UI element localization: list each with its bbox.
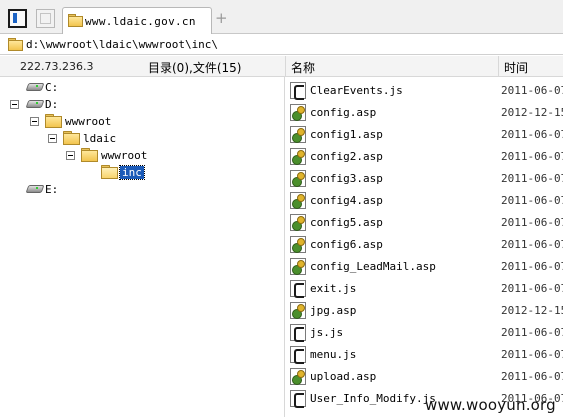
asp-file-icon — [290, 148, 306, 165]
file-row[interactable]: config4.asp 2011-06-07 — [286, 189, 563, 211]
asp-file-icon — [290, 236, 306, 253]
file-name: config.asp — [310, 106, 377, 119]
tree-label-selected: inc — [119, 165, 145, 180]
file-name: config4.asp — [310, 194, 383, 207]
file-list: ClearEvents.js 2011-06-07 config.asp 2012-1… — [286, 77, 563, 417]
asp-file-icon — [290, 368, 306, 385]
file-row[interactable]: config.asp 2012-12-15 — [286, 101, 563, 123]
drive-icon — [26, 97, 42, 109]
tree-label: wwwroot — [101, 149, 148, 162]
folder-icon — [45, 114, 62, 128]
file-row[interactable]: exit.js 2011-06-07 — [286, 277, 563, 299]
file-date: 2011-06-07 — [501, 260, 563, 273]
file-date: 2011-06-07 — [501, 150, 563, 163]
file-name: jpg.asp — [310, 304, 357, 317]
file-name: menu.js — [310, 348, 357, 361]
path-bar[interactable]: d:\wwwroot\ldaic\wwwroot\inc\ — [0, 35, 563, 55]
file-date: 2011-06-07 — [501, 348, 563, 361]
item-count: 目录(0),文件(15) — [148, 61, 242, 75]
file-date: 2011-06-07 — [501, 194, 563, 207]
file-name: js.js — [310, 326, 344, 339]
tree-label: wwwroot — [65, 115, 112, 128]
file-date: 2011-06-07 — [501, 128, 563, 141]
file-row[interactable]: jpg.asp 2012-12-15 — [286, 299, 563, 321]
file-date: 2011-06-07 — [501, 282, 563, 295]
tab-site[interactable]: www.ldaic.gov.cn — [62, 7, 212, 34]
folder-icon — [8, 38, 23, 51]
asp-file-icon — [290, 126, 306, 143]
drive-icon — [26, 182, 42, 194]
file-row[interactable]: config_LeadMail.asp 2011-06-07 — [286, 255, 563, 277]
path-input[interactable]: d:\wwwroot\ldaic\wwwroot\inc\ — [26, 38, 218, 51]
collapse-icon[interactable] — [48, 134, 57, 143]
tree-label: D: — [45, 98, 59, 111]
directory-tree: C: D: wwwroot ldaic wwwroot inc E: — [0, 77, 285, 417]
list-header: 222.73.236.3 目录(0),文件(15) 名称 时间 — [0, 56, 563, 77]
asp-file-icon — [290, 170, 306, 187]
collapse-icon[interactable] — [10, 100, 19, 109]
file-name: config5.asp — [310, 216, 383, 229]
file-row[interactable]: config1.asp 2011-06-07 — [286, 123, 563, 145]
add-tab-button[interactable]: + — [215, 9, 228, 27]
file-row[interactable]: js.js 2011-06-07 — [286, 321, 563, 343]
file-row[interactable]: menu.js 2011-06-07 — [286, 343, 563, 365]
asp-file-icon — [290, 302, 306, 319]
asp-file-icon — [290, 258, 306, 275]
column-header-time[interactable]: 时间 — [504, 59, 528, 76]
script-file-icon — [290, 280, 306, 298]
file-row[interactable]: upload.asp 2011-06-07 — [286, 365, 563, 387]
tab-bar: www.ldaic.gov.cn + — [0, 0, 563, 34]
tree-label: E: — [45, 183, 59, 196]
file-name: config3.asp — [310, 172, 383, 185]
file-date: 2011-06-07 — [501, 326, 563, 339]
file-date: 2011-06-07 — [501, 84, 563, 97]
asp-file-icon — [290, 104, 306, 121]
file-name: ClearEvents.js — [310, 84, 403, 97]
file-name: User_Info_Modify.js — [310, 392, 436, 405]
file-name: config2.asp — [310, 150, 383, 163]
folder-icon — [81, 148, 98, 162]
folder-icon — [68, 14, 83, 27]
script-file-icon — [290, 346, 306, 364]
file-name: config1.asp — [310, 128, 383, 141]
tree-label: ldaic — [83, 132, 117, 145]
script-file-icon — [290, 82, 306, 100]
server-ip: 222.73.236.3 — [20, 60, 94, 73]
file-name: config_LeadMail.asp — [310, 260, 436, 273]
file-row[interactable]: config5.asp 2011-06-07 — [286, 211, 563, 233]
script-file-icon — [290, 324, 306, 342]
file-date: 2012-12-15 — [501, 106, 563, 119]
file-date: 2012-12-15 — [501, 304, 563, 317]
tree-label: C: — [45, 81, 59, 94]
script-file-icon — [290, 390, 306, 408]
asp-file-icon — [290, 214, 306, 231]
file-name: exit.js — [310, 282, 357, 295]
column-header-name[interactable]: 名称 — [291, 59, 315, 76]
column-divider[interactable] — [285, 56, 286, 77]
file-row[interactable]: ClearEvents.js 2011-06-07 — [286, 79, 563, 101]
file-name: config6.asp — [310, 238, 383, 251]
tab-label: www.ldaic.gov.cn — [85, 15, 196, 28]
file-name: upload.asp — [310, 370, 377, 383]
folder-open-icon — [101, 165, 118, 179]
file-row[interactable]: config2.asp 2011-06-07 — [286, 145, 563, 167]
file-date: 2011-06-07 — [501, 370, 563, 383]
watermark: www.wooyun.org — [425, 396, 556, 414]
asp-file-icon — [290, 192, 306, 209]
folder-icon — [63, 131, 80, 145]
file-date: 2011-06-07 — [501, 238, 563, 251]
panel-toggle-icon[interactable] — [8, 9, 27, 28]
window-icon[interactable] — [36, 9, 55, 28]
file-date: 2011-06-07 — [501, 172, 563, 185]
collapse-icon[interactable] — [66, 151, 75, 160]
column-divider[interactable] — [498, 56, 499, 77]
file-date: 2011-06-07 — [501, 216, 563, 229]
file-row[interactable]: config3.asp 2011-06-07 — [286, 167, 563, 189]
drive-icon — [26, 80, 42, 92]
file-row[interactable]: config6.asp 2011-06-07 — [286, 233, 563, 255]
collapse-icon[interactable] — [30, 117, 39, 126]
